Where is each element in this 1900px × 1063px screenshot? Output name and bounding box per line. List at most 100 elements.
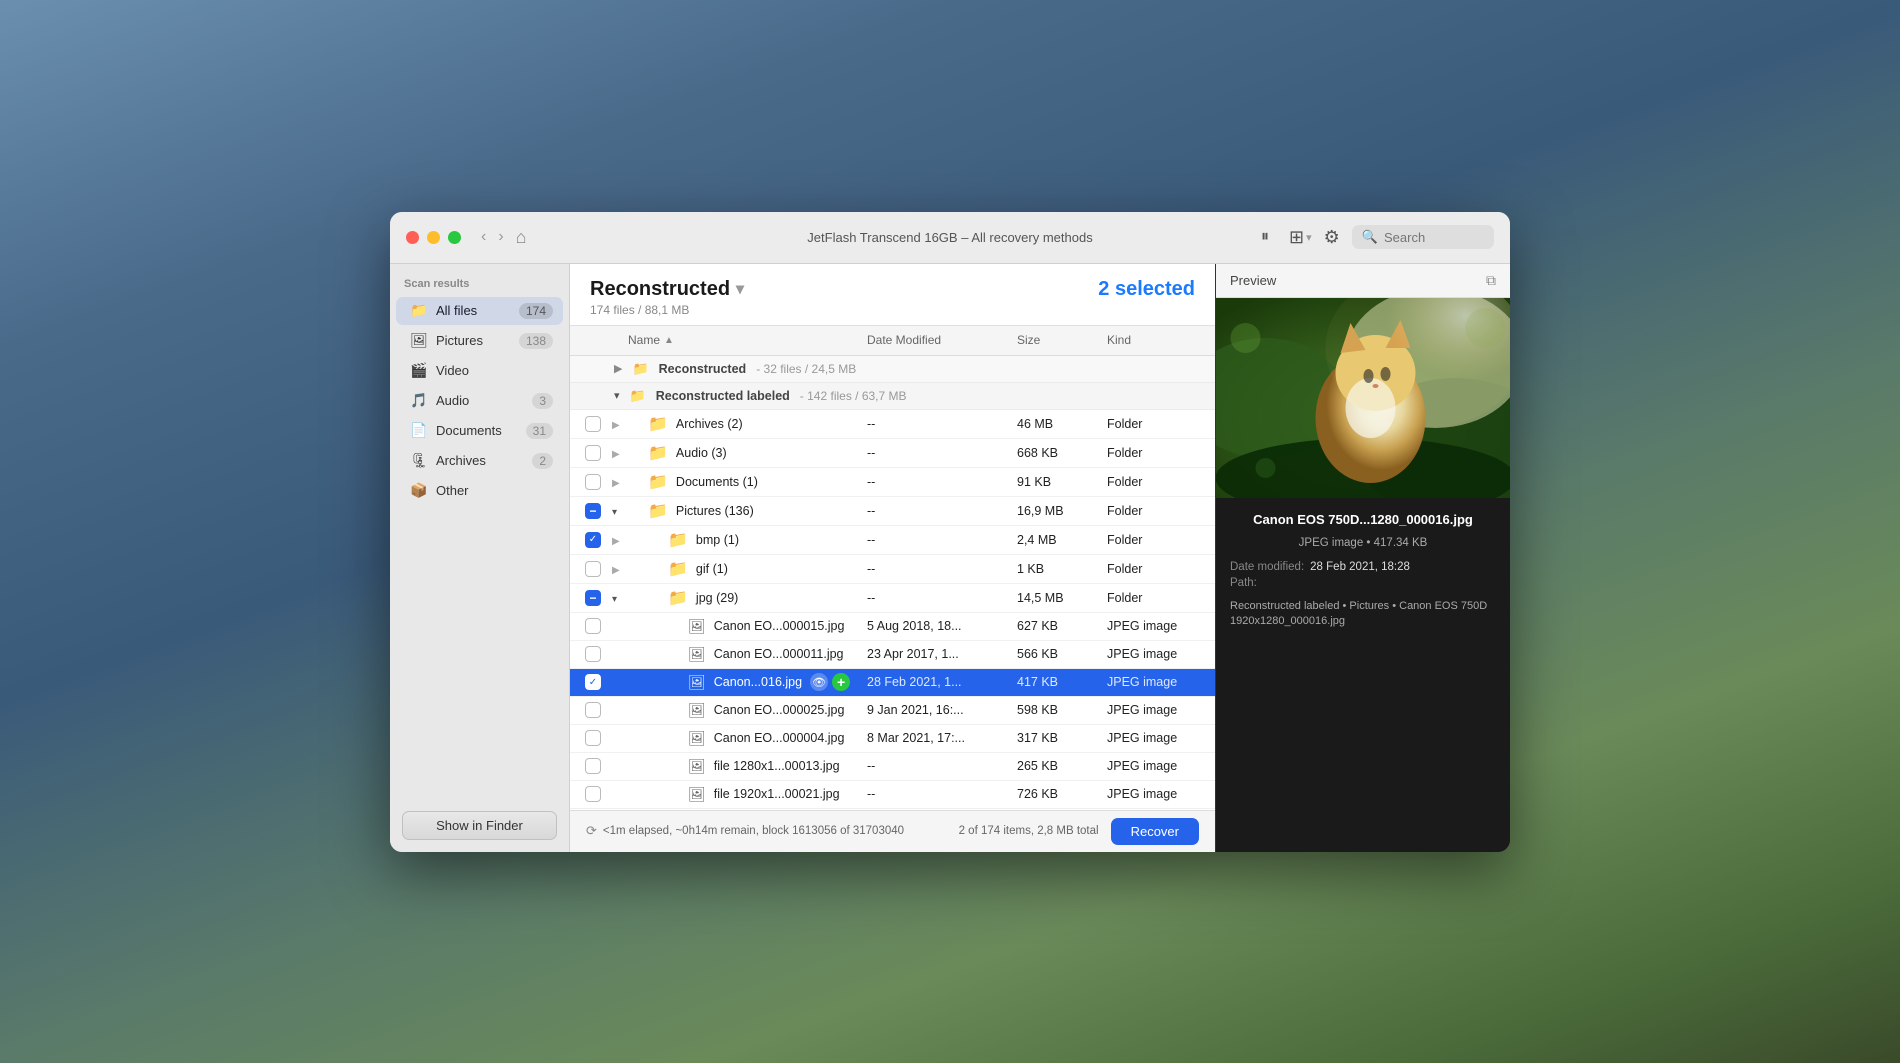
file-date: --: [867, 533, 1017, 547]
checkbox-file5[interactable]: [585, 730, 601, 746]
list-item[interactable]: ▶ 📁 gif (1) -- 1 KB Folder: [570, 555, 1215, 584]
folder-icon: 📁: [648, 414, 668, 434]
row-actions: 👁 +: [810, 673, 850, 691]
jpeg-icon: 🖼: [688, 786, 706, 803]
list-item[interactable]: 🖼 file 1920x1...00021.jpg -- 726 KB JPEG…: [570, 781, 1215, 809]
file-kind: Folder: [1107, 417, 1207, 431]
list-item[interactable]: 🖼 Canon EO...000011.jpg 23 Apr 2017, 1..…: [570, 641, 1215, 669]
search-box[interactable]: 🔍: [1352, 225, 1494, 249]
checkbox-bmp[interactable]: ✓: [585, 532, 601, 548]
list-item[interactable]: ▶ 📁 Archives (2) -- 46 MB Folder: [570, 410, 1215, 439]
col-size-header[interactable]: Size: [1017, 333, 1107, 347]
list-item[interactable]: ▶ 📁 Audio (3) -- 668 KB Folder: [570, 439, 1215, 468]
home-icon[interactable]: ⌂: [516, 227, 527, 248]
checkbox-jpg[interactable]: −: [585, 590, 601, 606]
checkbox-documents[interactable]: [585, 474, 601, 490]
file-date: --: [867, 475, 1017, 489]
file-kind: JPEG image: [1107, 759, 1207, 773]
selected-count: 2 selected: [1098, 278, 1195, 301]
back-button[interactable]: ‹: [477, 226, 490, 248]
file-date: 5 Aug 2018, 18...: [867, 619, 1017, 633]
col-date-header[interactable]: Date Modified: [867, 333, 1017, 347]
eye-icon[interactable]: 👁: [810, 673, 828, 691]
filter-icon[interactable]: ⚙: [1324, 227, 1340, 248]
section-reconstructed[interactable]: ▶ 📁 Reconstructed - 32 files / 24,5 MB: [570, 356, 1215, 383]
section-reconstructed-labeled[interactable]: ▾ 📁 Reconstructed labeled - 142 files / …: [570, 383, 1215, 410]
copy-icon[interactable]: ⧉: [1486, 272, 1496, 289]
preview-meta: JPEG image • 417.34 KB: [1230, 537, 1496, 549]
minimize-button[interactable]: [427, 231, 440, 244]
expand-icon[interactable]: ▾: [612, 507, 617, 518]
main-content: Scan results 📁 All files 174 🖼 Pictures …: [390, 264, 1510, 852]
maximize-button[interactable]: [448, 231, 461, 244]
close-button[interactable]: [406, 231, 419, 244]
sidebar-item-label: Other: [436, 483, 553, 498]
jpeg-icon: 🖼: [688, 674, 706, 691]
checkbox-file4[interactable]: [585, 702, 601, 718]
list-item[interactable]: 🖼 Canon EO...000004.jpg 8 Mar 2021, 17:.…: [570, 725, 1215, 753]
checkbox-pictures[interactable]: −: [585, 503, 601, 519]
list-item[interactable]: ✓ 🖼 Canon...016.jpg 👁 + 28 Feb 2021, 1..…: [570, 669, 1215, 697]
sort-arrow-icon: ▲: [664, 335, 674, 346]
add-icon[interactable]: +: [832, 673, 850, 691]
list-item[interactable]: 🖼 file 1280x1...00013.jpg -- 265 KB JPEG…: [570, 753, 1215, 781]
file-browser: Reconstructed ▾ 174 files / 88,1 MB 2 se…: [570, 264, 1215, 852]
sidebar-item-video[interactable]: 🎬 Video: [396, 357, 563, 385]
view-toggle[interactable]: ⊞ ▾: [1289, 227, 1312, 248]
list-item[interactable]: 🖼 Canon EO...000025.jpg 9 Jan 2021, 16:.…: [570, 697, 1215, 725]
checkbox-archives[interactable]: [585, 416, 601, 432]
checkbox-file-selected[interactable]: ✓: [585, 674, 601, 690]
list-item[interactable]: ✓ ▶ 📁 bmp (1) -- 2,4 MB Folder: [570, 526, 1215, 555]
status-text: <1m elapsed, ~0h14m remain, block 161305…: [603, 825, 904, 837]
jpeg-icon: 🖼: [688, 758, 706, 775]
preview-path-val: Reconstructed labeled • Pictures • Canon…: [1230, 599, 1496, 630]
pause-button[interactable]: ⏸: [1261, 228, 1269, 246]
checkbox-file2[interactable]: [585, 646, 601, 662]
file-kind: JPEG image: [1107, 675, 1207, 689]
checkbox-gif[interactable]: [585, 561, 601, 577]
forward-button[interactable]: ›: [494, 226, 507, 248]
sidebar-item-label: Video: [436, 363, 553, 378]
list-item[interactable]: 🖼 Canon EO...000015.jpg 5 Aug 2018, 18..…: [570, 613, 1215, 641]
file-size: 2,4 MB: [1017, 533, 1107, 547]
folder-icon: 📁: [648, 472, 668, 492]
expand-icon[interactable]: ▶: [612, 449, 620, 460]
status-bar: ⟳ <1m elapsed, ~0h14m remain, block 1613…: [570, 810, 1215, 852]
checkbox-audio[interactable]: [585, 445, 601, 461]
file-size: 726 KB: [1017, 787, 1107, 801]
folder-dropdown-icon[interactable]: ▾: [736, 279, 744, 299]
file-list: ▶ 📁 Reconstructed - 32 files / 24,5 MB ▾…: [570, 356, 1215, 810]
search-input[interactable]: [1384, 230, 1484, 245]
sidebar-item-documents[interactable]: 📄 Documents 31: [396, 417, 563, 445]
section-label: Reconstructed: [659, 362, 747, 376]
checkbox-file7[interactable]: [585, 786, 601, 802]
file-kind: Folder: [1107, 562, 1207, 576]
preview-path-label: Path:: [1230, 577, 1496, 589]
file-size: 627 KB: [1017, 619, 1107, 633]
col-kind-header[interactable]: Kind: [1107, 333, 1207, 347]
checkbox-file6[interactable]: [585, 758, 601, 774]
expand-icon[interactable]: ▶: [612, 536, 620, 547]
sidebar-item-archives[interactable]: 🗜 Archives 2: [396, 447, 563, 475]
checkbox-file1[interactable]: [585, 618, 601, 634]
file-name: Canon EO...000015.jpg: [714, 619, 845, 633]
sidebar-item-pictures[interactable]: 🖼 Pictures 138: [396, 327, 563, 355]
show-in-finder-button[interactable]: Show in Finder: [402, 811, 557, 840]
expand-icon[interactable]: ▶: [612, 478, 620, 489]
expand-icon[interactable]: ▶: [612, 565, 620, 576]
preview-image-area: [1216, 298, 1510, 498]
expand-icon[interactable]: ▶: [612, 420, 620, 431]
titlebar-right: ⏸ ⊞ ▾ ⚙ 🔍: [1261, 225, 1494, 249]
col-name-header[interactable]: Name ▲: [628, 333, 867, 347]
recover-button[interactable]: Recover: [1111, 818, 1199, 845]
sidebar-item-all-files[interactable]: 📁 All files 174: [396, 297, 563, 325]
file-kind: Folder: [1107, 475, 1207, 489]
sidebar-item-audio[interactable]: 🎵 Audio 3: [396, 387, 563, 415]
sidebar-item-other[interactable]: 📦 Other: [396, 477, 563, 505]
expand-icon[interactable]: ▾: [612, 594, 617, 605]
list-item[interactable]: − ▾ 📁 Pictures (136) -- 16,9 MB Folder: [570, 497, 1215, 526]
archives-icon: 🗜: [410, 452, 428, 470]
list-item[interactable]: ▶ 📁 Documents (1) -- 91 KB Folder: [570, 468, 1215, 497]
window-title: JetFlash Transcend 16GB – All recovery m…: [807, 230, 1092, 245]
list-item[interactable]: − ▾ 📁 jpg (29) -- 14,5 MB Folder: [570, 584, 1215, 613]
